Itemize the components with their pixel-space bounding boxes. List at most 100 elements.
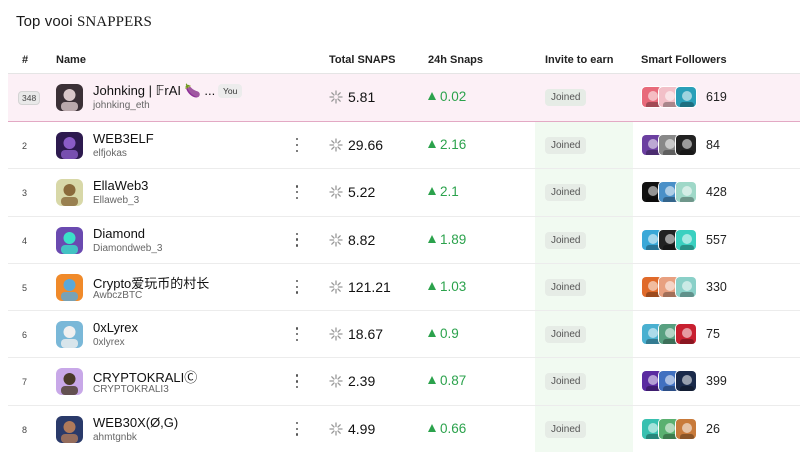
arrow-up-icon [428, 187, 436, 196]
rank: 6 [22, 330, 28, 341]
follower-avatar [675, 370, 697, 393]
rank: 5 [22, 282, 28, 293]
total-snaps: 18.67 [348, 326, 384, 343]
snap-icon [329, 374, 343, 389]
arrow-up-icon [428, 234, 436, 243]
table-row[interactable]: 4 Diamond Diamondweb_3 8.82 1.89 Joined 557 [8, 217, 800, 264]
joined-badge[interactable]: Joined [545, 373, 587, 391]
arrow-up-icon [428, 92, 436, 100]
table-row[interactable]: 3 EllaWeb3 Ellaweb_3 5.22 2.1 Joined 428 [8, 169, 800, 217]
rank: 2 [22, 141, 28, 151]
joined-badge[interactable]: Joined [545, 326, 587, 344]
dog-avatar[interactable] [56, 273, 83, 301]
snaps-24h: 0.9 [440, 326, 459, 342]
joined-badge[interactable]: Joined [545, 420, 587, 438]
table-row[interactable]: 7 CRYPTOKRALIⒸ CRYPTOKRALI3 2.39 0.87 Joined 3… [8, 358, 800, 406]
snaps-24h: 0.87 [440, 373, 467, 389]
leaderboard-table: # Name Total SNAPS 24h Snaps Invite to e… [8, 44, 800, 452]
arrow-up-icon [428, 140, 436, 148]
smart-followers-avatars[interactable] [641, 275, 697, 298]
user-handle: CRYPTOKRALI3 [93, 384, 169, 396]
joined-badge[interactable]: Joined [545, 89, 587, 106]
follower-avatar [675, 323, 697, 346]
user-handle: ahmtgnbk [93, 431, 137, 443]
smart-followers-avatars[interactable] [641, 134, 697, 156]
total-snaps: 5.81 [348, 89, 376, 105]
snaps-24h: 0.02 [440, 89, 467, 104]
anime-avatar[interactable] [56, 84, 83, 111]
user-name[interactable]: WEB30X(Ø,G) [93, 415, 178, 430]
smart-followers-avatars[interactable] [641, 370, 697, 393]
user-name[interactable]: Diamond [93, 226, 145, 241]
col-invite: Invite to earn [545, 54, 614, 66]
follower-avatar [675, 86, 697, 108]
snap-icon [329, 422, 343, 436]
smart-followers-avatars[interactable] [641, 417, 697, 440]
more-options-icon[interactable] [295, 279, 299, 294]
user-handle: Ellaweb_3 [93, 195, 140, 207]
smart-followers-avatars[interactable] [641, 228, 697, 251]
more-options-icon[interactable] [295, 138, 299, 152]
snaps-24h: 1.03 [440, 278, 467, 294]
more-options-icon[interactable] [295, 421, 299, 436]
robot-avatar[interactable] [56, 226, 83, 254]
more-options-icon[interactable] [295, 374, 299, 389]
smart-followers-count: 399 [706, 374, 727, 389]
table-row[interactable]: 8 WEB30X(Ø,G) ahmtgnbk 4.99 0.66 Joined 26 [8, 406, 800, 452]
elf-avatar[interactable] [56, 132, 83, 159]
rank: 348 [18, 91, 41, 105]
snap-icon [329, 280, 343, 294]
smart-followers-count: 557 [706, 232, 727, 247]
total-snaps: 121.21 [348, 278, 391, 295]
col-rank: # [22, 54, 29, 66]
user-name[interactable]: Johnking | 𝔽rAI 🍆 ... [93, 83, 215, 99]
purple-avatar[interactable] [56, 368, 83, 396]
smart-followers-count: 330 [706, 279, 727, 294]
arrow-up-icon [428, 329, 436, 338]
snap-icon [329, 90, 343, 104]
total-snaps: 8.82 [348, 231, 376, 248]
follower-avatar [675, 228, 697, 251]
smart-followers-avatars[interactable] [641, 323, 697, 346]
snaps-24h: 2.1 [440, 184, 459, 200]
smart-followers-avatars[interactable] [641, 181, 697, 204]
joined-badge[interactable]: Joined [545, 278, 587, 296]
table-row[interactable]: 5 Crypto爱玩币的村长 AwbczBTC 121.21 1.03 Joined 330 [8, 264, 800, 312]
table-row[interactable]: 2 WEB3ELF elfjokas 29.66 2.16 Joined 84 [8, 122, 800, 170]
table-row[interactable]: 348 Johnking | 𝔽rAI 🍆 ... johnking_eth You 5… [8, 74, 800, 122]
user-handle: johnking_eth [93, 100, 150, 111]
user-name[interactable]: EllaWeb3 [93, 178, 148, 193]
follower-avatar [675, 275, 697, 298]
snap-icon [329, 232, 343, 247]
page-title: Top vooi SNAPPERS [16, 13, 152, 30]
col-smart-followers: Smart Followers [641, 54, 727, 66]
pixel-avatar[interactable] [56, 179, 83, 207]
user-handle: 0xlyrex [93, 337, 125, 349]
follower-avatar [675, 134, 697, 156]
more-options-icon[interactable] [295, 185, 299, 200]
total-snaps: 29.66 [348, 137, 384, 153]
smart-followers-avatars[interactable] [641, 86, 697, 108]
joined-badge[interactable]: Joined [545, 231, 587, 249]
more-options-icon[interactable] [295, 327, 299, 342]
joined-badge[interactable]: Joined [545, 184, 587, 202]
total-snaps: 2.39 [348, 373, 376, 390]
snap-icon [329, 185, 343, 199]
more-options-icon[interactable] [295, 232, 299, 247]
photo-avatar[interactable] [56, 415, 83, 443]
snaps-24h: 1.89 [440, 231, 467, 247]
user-name[interactable]: 0xLyrex [93, 320, 138, 335]
arrow-up-icon [428, 376, 436, 385]
user-name[interactable]: WEB3ELF [93, 131, 154, 146]
total-snaps: 5.22 [348, 184, 376, 201]
smart-followers-count: 619 [706, 90, 727, 104]
user-handle: elfjokas [93, 148, 127, 159]
cartoon-avatar[interactable] [56, 321, 83, 349]
rank: 7 [22, 377, 28, 388]
smart-followers-count: 26 [706, 421, 720, 436]
table-row[interactable]: 6 0xLyrex 0xlyrex 18.67 0.9 Joined 75 [8, 311, 800, 359]
joined-badge[interactable]: Joined [545, 137, 587, 154]
snap-icon [329, 138, 343, 152]
snap-icon [329, 327, 343, 341]
table-header: # Name Total SNAPS 24h Snaps Invite to e… [8, 44, 800, 74]
